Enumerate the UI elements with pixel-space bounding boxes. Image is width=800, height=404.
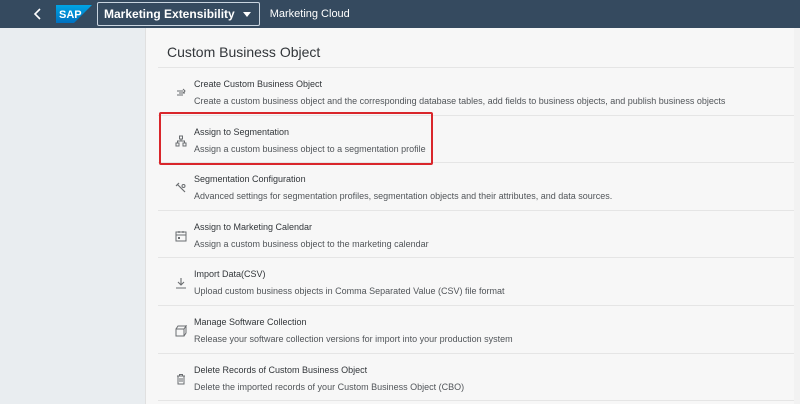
caret-down-icon — [242, 11, 251, 17]
item-title: Segmentation Configuration — [194, 174, 306, 185]
scrollbar[interactable] — [794, 28, 800, 404]
highlight-box — [159, 112, 433, 165]
item-description: Delete the imported records of your Cust… — [194, 381, 465, 392]
item-title: Import Data(CSV) — [194, 269, 266, 280]
item-description: Release your software collection version… — [194, 333, 513, 344]
chevron-left-icon — [33, 8, 41, 20]
back-button[interactable] — [22, 0, 54, 28]
item-title: Create Custom Business Object — [194, 79, 323, 89]
item-description: Advanced settings for segmentation profi… — [194, 191, 613, 202]
create-object-icon — [175, 87, 187, 99]
settings-icon — [175, 182, 187, 194]
item-title: Assign to Marketing Calendar — [194, 221, 313, 232]
item-title: Delete Records of Custom Business Object — [194, 364, 368, 375]
item-title: Manage Software Collection — [194, 316, 307, 327]
item-description: Upload custom business objects in Comma … — [194, 286, 505, 297]
shell-bar: SAP Marketing Extensibility Marketing Cl… — [0, 0, 800, 28]
list-item-create-custom-business-object[interactable]: Create Custom Business Object Create a c… — [158, 68, 800, 116]
trash-icon — [175, 373, 187, 385]
left-navigation-area — [0, 28, 145, 404]
calendar-icon — [175, 230, 187, 242]
app-title-menu[interactable]: Marketing Extensibility — [97, 2, 260, 26]
panel-title: Custom Business Object — [167, 44, 321, 60]
item-description: Create a custom business object and the … — [194, 96, 726, 106]
list-item-assign-to-marketing-calendar[interactable]: Assign to Marketing Calendar Assign a cu… — [158, 210, 800, 259]
list-item-delete-records[interactable]: Delete Records of Custom Business Object… — [158, 353, 800, 402]
svg-text:SAP: SAP — [59, 9, 82, 21]
app-title: Marketing Extensibility — [104, 7, 235, 21]
app-subtitle: Marketing Cloud — [269, 8, 350, 20]
sap-logo[interactable]: SAP — [56, 5, 92, 23]
list-item-import-data-csv[interactable]: Import Data(CSV) Upload custom business … — [158, 258, 800, 306]
list-item-segmentation-configuration[interactable]: Segmentation Configuration Advanced sett… — [158, 163, 800, 211]
item-description: Assign a custom business object to the m… — [194, 238, 429, 249]
custom-business-object-panel: Custom Business Object Create Custom Bus… — [145, 28, 800, 404]
download-icon — [175, 277, 187, 289]
package-icon — [175, 324, 187, 337]
list-item-manage-software-collection[interactable]: Manage Software Collection Release your … — [158, 305, 800, 354]
